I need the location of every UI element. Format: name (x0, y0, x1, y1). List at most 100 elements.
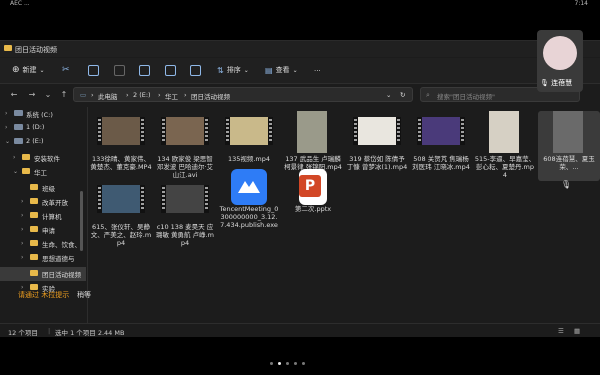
share-button[interactable] (165, 65, 176, 76)
cut-button[interactable]: ✂ (62, 65, 70, 75)
recent-button[interactable]: ⌄ (42, 89, 54, 101)
new-button[interactable]: ⊕ 新建 ⌄ (12, 65, 45, 75)
address-bar[interactable]: ▭ › 此电脑 › 2 (E:) › 华工 › 团日活动视频 ⌄ ↻ (73, 87, 413, 102)
chevron-down-icon[interactable]: ⌄ (386, 91, 391, 99)
file-name: 508 关贺芃 焦瑞杨 刘医玮 江晓冰.mp4 (412, 155, 470, 171)
sidebar-item[interactable]: ⌄ 华工 (0, 165, 86, 179)
folder-icon (30, 254, 38, 260)
page-indicator (270, 362, 330, 368)
tencent-meeting-icon (231, 169, 267, 205)
paste-button[interactable] (114, 65, 125, 76)
expand-chevron-icon[interactable]: › (21, 212, 23, 219)
participant-tile[interactable]: 🎙 连蓓慧 (537, 30, 583, 92)
breadcrumb-sep: › (126, 91, 129, 99)
film-strip (204, 117, 209, 145)
details-view-icon[interactable]: ☰ (558, 327, 564, 335)
expand-chevron-icon[interactable]: › (21, 254, 23, 261)
page-dot[interactable] (270, 362, 273, 365)
film-strip (268, 117, 273, 145)
expand-chevron-icon[interactable]: › (13, 154, 15, 161)
file-item[interactable]: 133徐晴、黄家伟、黄楚杰、董克豪.MP4 (90, 111, 152, 181)
sidebar-item[interactable]: › 思想道德与 (0, 251, 86, 265)
sidebar-item[interactable]: › 安装软件 (0, 151, 86, 165)
rename-button[interactable] (139, 65, 150, 76)
breadcrumb-this-pc[interactable]: 此电脑 (98, 91, 118, 101)
file-name: 134 欧家俊 梁思智 邓发波 巴哈迪尔·艾山江.avi (156, 155, 214, 179)
page-dot[interactable] (286, 362, 289, 365)
folder-icon (22, 168, 30, 174)
sidebar-item[interactable]: › 申请 (0, 223, 86, 237)
file-item[interactable]: 615、张仪轩、吴静文、严美之、赵玲.mp4 (90, 179, 152, 249)
microphone-icon: 🎙 (561, 180, 572, 189)
search-icon: ⌕ (426, 91, 430, 99)
expand-chevron-icon[interactable]: › (5, 110, 7, 117)
video-thumbnail (417, 117, 465, 145)
expand-chevron-icon[interactable]: › (21, 198, 23, 205)
back-button[interactable]: ← (8, 89, 20, 101)
sidebar-item-label: 计算机 (42, 213, 62, 221)
sidebar-item-label: 华工 (34, 169, 47, 177)
chevron-down-icon: ⌄ (243, 66, 249, 74)
sidebar-item[interactable]: › 改革开放 (0, 195, 86, 209)
sidebar-item-label: 1 (D:) (26, 123, 45, 131)
file-item[interactable]: 608连蓓慧、夏玉荣、... (538, 111, 600, 181)
paste-icon (114, 65, 125, 76)
sidebar-item-label: 2 (E:) (26, 137, 44, 145)
sidebar-item[interactable]: › 系统 (C:) (0, 107, 86, 121)
view-button[interactable]: ▤ 查看 ⌄ (265, 65, 298, 75)
expand-chevron-icon[interactable]: › (21, 240, 23, 247)
status-bar: 12 个项目 | 选中 1 个项目 2.44 MB ☰ ▦ (0, 323, 600, 337)
video-thumbnail (161, 185, 209, 213)
avatar (543, 36, 577, 70)
expand-chevron-icon[interactable]: ⌄ (13, 168, 18, 175)
refresh-icon[interactable]: ↻ (400, 91, 405, 99)
forward-button[interactable]: → (26, 89, 38, 101)
copy-button[interactable] (88, 65, 99, 76)
file-item[interactable]: P 第二次.pptx (282, 169, 344, 239)
arrow-left-icon: ← (10, 90, 18, 99)
film-strip (140, 117, 145, 145)
sidebar-item[interactable]: ⌄ 2 (E:) (0, 135, 86, 149)
page-dot-active[interactable] (278, 362, 281, 365)
sidebar-item[interactable]: › 计算机 (0, 209, 86, 223)
file-item[interactable]: 319 蔡岱如 陈倩予 丁慷 曾梦冰(1).mp4 (346, 111, 408, 181)
sidebar-scrollbar[interactable] (80, 191, 83, 251)
expand-chevron-icon[interactable]: ⌄ (5, 138, 10, 145)
more-button[interactable]: ... (314, 65, 321, 73)
statusbar-left: AEC ... (10, 0, 30, 7)
drive-icon (14, 110, 23, 116)
folder-icon (30, 270, 38, 276)
rename-icon (139, 65, 150, 76)
file-item[interactable]: 134 欧家俊 梁思智 邓发波 巴哈迪尔·艾山江.avi (154, 111, 216, 181)
file-item[interactable]: c10 138 麦昊天 应璐敏 黄勇航 卢峥.mp4 (154, 179, 216, 249)
video-thumbnail (489, 111, 519, 153)
sidebar-item[interactable]: › 1 (D:) (0, 121, 86, 135)
breadcrumb-current[interactable]: 团日活动视频 (191, 91, 230, 101)
page-dot[interactable] (302, 362, 305, 365)
navigation-bar: ← → ⌄ ↑ ▭ › 此电脑 › 2 (E:) › 华工 › 团日活动视频 ⌄… (0, 85, 600, 105)
expand-chevron-icon[interactable]: › (5, 124, 7, 131)
sidebar-item[interactable]: 班级 (0, 181, 86, 195)
breadcrumb-drive[interactable]: 2 (E:) (133, 91, 151, 99)
file-item[interactable]: TencentMeeting_0300000000_3.12.7.434.pub… (218, 169, 280, 239)
video-thumbnail (553, 111, 583, 153)
sidebar-item[interactable]: › 生命、饮食、 (0, 237, 86, 251)
thumbnail-view-icon[interactable]: ▦ (574, 327, 580, 335)
delete-button[interactable] (190, 65, 201, 76)
file-grid: 133徐晴、黄家伟、黄楚杰、董克豪.MP4 134 欧家俊 梁思智 邓发波 巴哈迪… (90, 111, 600, 321)
window-title: 团日活动视频 (15, 46, 57, 54)
sort-button[interactable]: ⇅ 排序 ⌄ (217, 65, 249, 75)
file-item[interactable]: 515-李逼、早嘉莹、彭心耘、夏楚丹.mp4 (474, 111, 536, 181)
sidebar-item[interactable]: 团日活动视频 (0, 267, 86, 281)
chevron-down-icon: ⌄ (44, 90, 52, 99)
film-strip (161, 185, 166, 213)
breadcrumb-sep: › (184, 91, 187, 99)
breadcrumb-huagong[interactable]: 华工 (165, 91, 178, 101)
page-dot[interactable] (294, 362, 297, 365)
file-item[interactable]: 508 关贺芃 焦瑞杨 刘医玮 江晓冰.mp4 (410, 111, 472, 181)
up-button[interactable]: ↑ (58, 89, 70, 101)
expand-chevron-icon[interactable]: › (21, 226, 23, 233)
plus-icon: ⊕ (12, 65, 20, 75)
sidebar-item-label: 申请 (42, 227, 55, 235)
drive-icon (14, 138, 23, 144)
